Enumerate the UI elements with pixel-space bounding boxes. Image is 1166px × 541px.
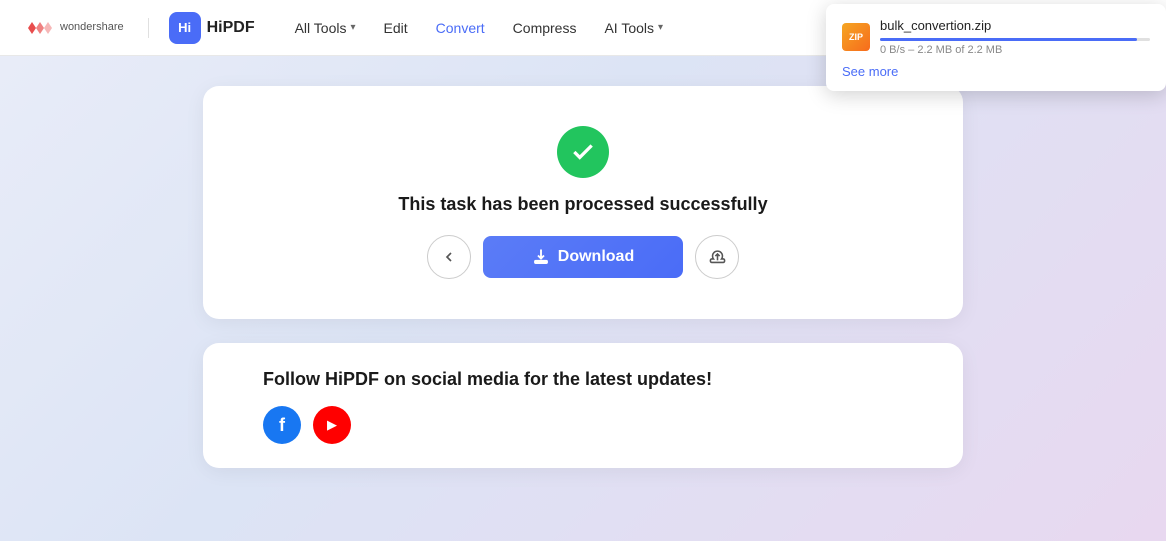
nav-all-tools-label: All Tools [295, 20, 347, 36]
nav-ai-tools[interactable]: AI Tools ▾ [592, 14, 675, 42]
nav-all-tools[interactable]: All Tools ▾ [283, 14, 368, 42]
nav-convert[interactable]: Convert [424, 14, 497, 42]
popup-progress-bar-bg [880, 38, 1150, 41]
upload-icon [709, 249, 726, 266]
chevron-down-icon-2: ▾ [658, 22, 663, 33]
popup-file-info: bulk_convertion.zip 0 B/s – 2.2 MB of 2.… [880, 18, 1150, 56]
hipdf-logo-box: Hi [169, 12, 201, 44]
popup-filename: bulk_convertion.zip [880, 18, 1150, 33]
success-message: This task has been processed successfull… [398, 194, 767, 215]
youtube-button[interactable]: ▶ [313, 406, 351, 444]
facebook-icon: f [279, 415, 285, 436]
social-section: Follow HiPDF on social media for the lat… [203, 343, 963, 468]
nav-ai-tools-label: AI Tools [604, 20, 654, 36]
nav-edit[interactable]: Edit [372, 14, 420, 42]
wondershare-svg-icon [24, 18, 52, 38]
success-card: This task has been processed successfull… [203, 86, 963, 319]
hipdf-brand[interactable]: Hi HiPDF [169, 12, 255, 44]
nav-compress-label: Compress [513, 20, 577, 36]
download-icon [532, 248, 550, 266]
hipdf-brand-label: HiPDF [207, 19, 255, 37]
download-button[interactable]: Download [483, 236, 683, 278]
popup-file-icon: ZIP [842, 23, 870, 51]
popup-progress-bar [880, 38, 1137, 41]
popup-download-item: ZIP bulk_convertion.zip 0 B/s – 2.2 MB o… [842, 18, 1150, 56]
social-title: Follow HiPDF on social media for the lat… [263, 367, 903, 392]
chevron-down-icon: ▾ [350, 22, 355, 33]
main-content: This task has been processed successfull… [0, 56, 1166, 541]
popup-size-separator: – [908, 44, 917, 56]
back-button[interactable] [427, 235, 471, 279]
youtube-icon: ▶ [327, 417, 337, 433]
file-type-label: ZIP [849, 32, 863, 42]
wondershare-label: wondershare [60, 21, 124, 34]
popup-size-text: 0 B/s – 2.2 MB of 2.2 MB [880, 44, 1150, 56]
see-more-link[interactable]: See more [842, 64, 1150, 79]
popup-speed: 0 B/s [880, 44, 905, 56]
download-popup: ZIP bulk_convertion.zip 0 B/s – 2.2 MB o… [826, 4, 1166, 91]
checkmark-icon [570, 139, 596, 165]
success-icon [557, 126, 609, 178]
wondershare-logo-area: wondershare [24, 18, 149, 38]
download-label: Download [558, 248, 634, 266]
hipdf-logo-text: Hi [178, 20, 191, 35]
popup-size-progress: 2.2 MB of 2.2 MB [917, 44, 1002, 56]
nav-edit-label: Edit [384, 20, 408, 36]
back-arrow-icon [441, 249, 457, 265]
upload-button[interactable] [695, 235, 739, 279]
facebook-button[interactable]: f [263, 406, 301, 444]
action-buttons: Download [427, 235, 739, 279]
nav-compress[interactable]: Compress [501, 14, 589, 42]
social-icons: f ▶ [263, 406, 903, 444]
nav-convert-label: Convert [436, 20, 485, 36]
